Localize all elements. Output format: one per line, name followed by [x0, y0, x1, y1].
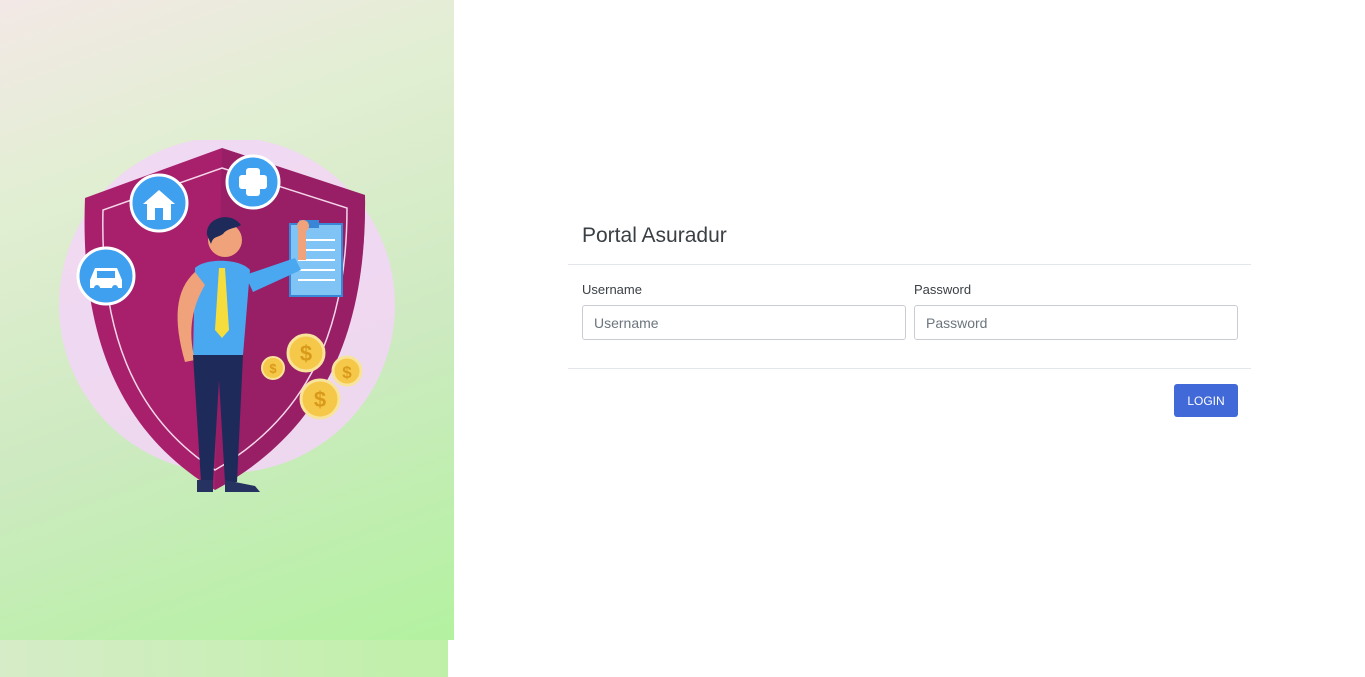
home-icon — [129, 173, 189, 233]
password-input[interactable] — [914, 305, 1238, 340]
username-input[interactable] — [582, 305, 906, 340]
clipboard-icon — [289, 220, 343, 297]
car-icon — [76, 246, 136, 306]
password-label: Password — [914, 282, 972, 297]
hero-panel: $ $ $ $ — [0, 0, 454, 640]
svg-text:$: $ — [314, 387, 326, 412]
svg-text:$: $ — [269, 361, 277, 376]
insurance-illustration: $ $ $ $ — [59, 140, 395, 492]
page-title: Portal Asuradur — [582, 224, 727, 247]
username-label: Username — [582, 282, 642, 297]
footer-divider — [568, 368, 1251, 369]
login-button[interactable]: LOGIN — [1174, 384, 1238, 417]
header-divider — [568, 264, 1251, 265]
svg-text:$: $ — [300, 341, 312, 366]
svg-text:$: $ — [342, 363, 352, 382]
login-card: Portal Asuradur Username Password LOGIN — [568, 212, 1251, 432]
medical-cross-icon — [225, 154, 281, 210]
hero-panel-footer — [0, 640, 448, 677]
